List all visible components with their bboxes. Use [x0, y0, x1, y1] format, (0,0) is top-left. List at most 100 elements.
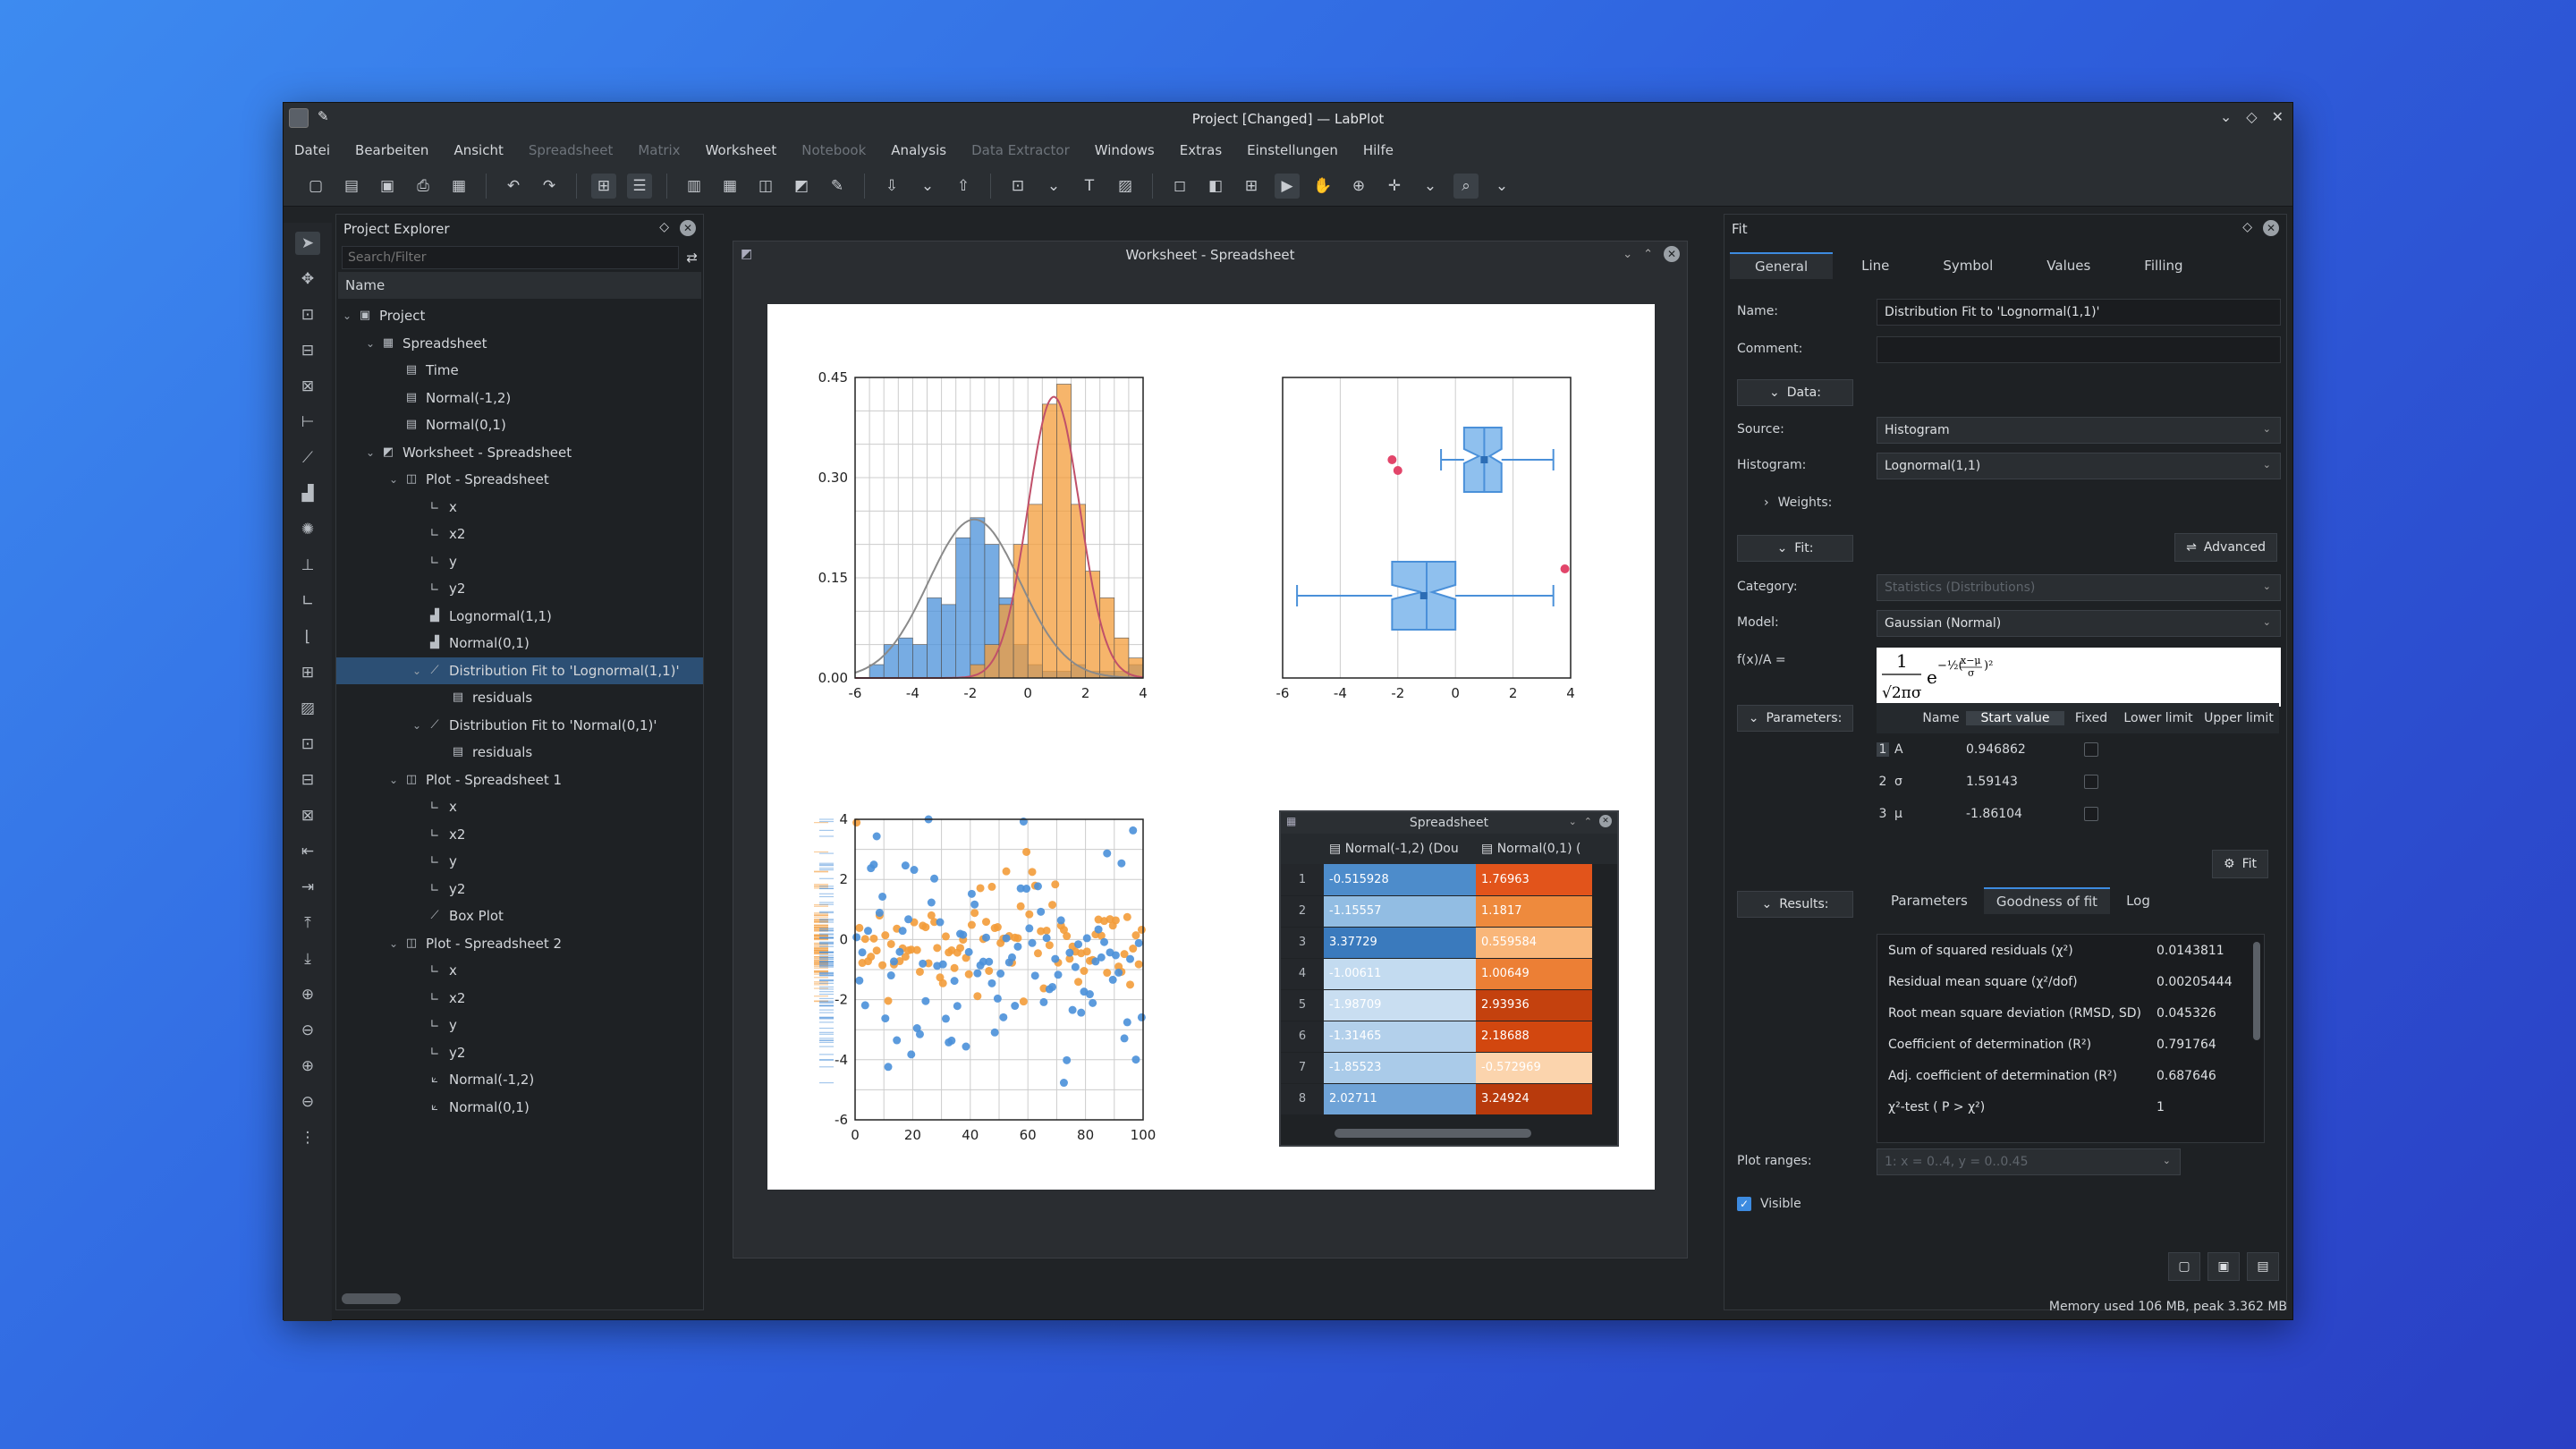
chevron-down-icon[interactable]: ⌄	[386, 774, 401, 786]
tree-item[interactable]: ⌄ ◫ Plot - Spreadsheet 2	[336, 930, 703, 958]
load-template-icon[interactable]: ▢	[2168, 1252, 2200, 1281]
source-select[interactable]: Histogram ⌄	[1877, 417, 2281, 444]
tree-item[interactable]: ∟ y	[336, 1012, 703, 1039]
tab-general[interactable]: General	[1730, 252, 1834, 279]
param-start-value[interactable]: 1.59143	[1966, 775, 2064, 789]
magnifier-dropdown-icon[interactable]: ⌄	[1489, 174, 1514, 199]
print-icon[interactable]: ⎙	[411, 174, 436, 199]
tree-item[interactable]: ▤ Normal(0,1)	[336, 411, 703, 439]
close-explorer-icon[interactable]: ✕	[680, 220, 696, 236]
tree-item[interactable]: ▤ Time	[336, 357, 703, 385]
cell[interactable]: 2.18688	[1476, 1021, 1592, 1053]
shift-left-icon[interactable]: ⇤	[295, 840, 320, 863]
axis3-tool-icon[interactable]: ⌊	[295, 625, 320, 648]
menu-notebook[interactable]: Notebook	[801, 142, 866, 158]
worksheet-canvas[interactable]: -6 -4 -2 0 2 4 0.00 0.15 0.30 0.45 -6 -4 -2 0 2 4 0 20 40 6…	[767, 304, 1655, 1190]
tree-item[interactable]: ⌄ ▦ Spreadsheet	[336, 330, 703, 358]
results-tab-log[interactable]: Log	[2114, 887, 2163, 914]
cell[interactable]: -1.85523	[1324, 1052, 1476, 1084]
tree-item[interactable]: ∟ x	[336, 494, 703, 521]
curve-tool-icon[interactable]: ⟋	[295, 446, 320, 470]
chevron-down-icon[interactable]: ⌄	[363, 337, 377, 350]
mode-dropdown-icon[interactable]: ⌄	[1418, 174, 1443, 199]
fit-close-icon[interactable]: ✕	[2263, 220, 2279, 236]
menu-datei[interactable]: Datei	[294, 142, 330, 158]
new-matrix-icon[interactable]: ▦	[717, 174, 742, 199]
table-row[interactable]: 5 -1.98709 2.93936	[1281, 989, 1617, 1021]
add-text-icon[interactable]: T	[1077, 174, 1102, 199]
shift-down-icon[interactable]: ⤓	[295, 947, 320, 970]
tree-item[interactable]: ⟋ Box Plot	[336, 902, 703, 930]
table-row[interactable]: 6 -1.31465 2.18688	[1281, 1021, 1617, 1053]
tree-item[interactable]: ▤ residuals	[336, 739, 703, 767]
cell[interactable]: -1.31465	[1324, 1021, 1476, 1053]
cartesian-icon[interactable]: ◻	[1167, 174, 1192, 199]
layout-grid-icon[interactable]: ⊞	[591, 173, 616, 199]
menu-einstellungen[interactable]: Einstellungen	[1247, 142, 1338, 158]
fit-float-icon[interactable]: ◇	[2242, 220, 2252, 236]
tree-item[interactable]: ∟ x2	[336, 985, 703, 1013]
histogram-select[interactable]: Lognormal(1,1) ⌄	[1877, 453, 2281, 479]
filter-options-icon[interactable]: ⇄	[686, 250, 698, 266]
cell[interactable]: 0.559584	[1476, 927, 1592, 959]
cell[interactable]: 3.24924	[1476, 1083, 1592, 1115]
ws-minimize-icon[interactable]: ⌄	[1623, 248, 1632, 261]
sheet-close-icon[interactable]: ✕	[1599, 815, 1612, 827]
cell[interactable]: -1.15557	[1324, 895, 1476, 928]
tree-item[interactable]: ⟀ Normal(-1,2)	[336, 1066, 703, 1094]
layout-vertical-icon[interactable]: ☰	[627, 173, 652, 199]
fit-button[interactable]: ⚙ Fit	[2212, 850, 2268, 878]
column-header[interactable]: ▤ Normal(0,1) (	[1476, 834, 1592, 864]
new-spreadsheet-icon[interactable]: ▥	[682, 174, 707, 199]
cell[interactable]: -1.98709	[1324, 989, 1476, 1021]
new-plot-icon[interactable]: ◩	[789, 174, 814, 199]
search-input[interactable]	[342, 246, 680, 269]
explorer-scrollbar[interactable]	[342, 1293, 401, 1304]
scale-tool-icon[interactable]: ⊡	[295, 733, 320, 756]
tree-item[interactable]: ∟ y	[336, 848, 703, 876]
param-start-value[interactable]: -1.86104	[1966, 807, 2064, 821]
menu-bearbeiten[interactable]: Bearbeiten	[355, 142, 428, 158]
shift-right-icon[interactable]: ⇥	[295, 876, 320, 899]
scale-x-tool-icon[interactable]: ⊟	[295, 768, 320, 792]
new-worksheet-icon[interactable]: ◫	[753, 174, 778, 199]
table-row[interactable]: 8 2.02711 3.24924	[1281, 1083, 1617, 1115]
menu-analysis[interactable]: Analysis	[891, 142, 946, 158]
save-icon[interactable]: ▣	[375, 174, 400, 199]
tree-item[interactable]: ▤ Normal(-1,2)	[336, 385, 703, 412]
tree-item[interactable]: ⌄ ▣ Project	[336, 302, 703, 330]
new-project-icon[interactable]: ▢	[303, 174, 328, 199]
chevron-down-icon[interactable]: ⌄	[363, 446, 377, 459]
axis-tool-icon[interactable]: ⊥	[295, 554, 320, 577]
menu-extras[interactable]: Extras	[1180, 142, 1222, 158]
cell[interactable]: 1.1817	[1476, 895, 1592, 928]
import-icon[interactable]: ⇩	[879, 174, 904, 199]
zoom-out-y-icon[interactable]: ⊖	[295, 1090, 320, 1114]
maximize-icon[interactable]: ◇	[2246, 108, 2257, 125]
tree-item[interactable]: ⌄ ◫ Plot - Spreadsheet	[336, 466, 703, 494]
tree-item[interactable]: ∟ x2	[336, 821, 703, 849]
zoom-in-x-icon[interactable]: ⊕	[295, 983, 320, 1006]
plot-ranges-select[interactable]: 1: x = 0..4, y = 0..0.45 ⌄	[1877, 1148, 2181, 1175]
image-tool-icon[interactable]: ▨	[295, 697, 320, 720]
param-fixed-checkbox[interactable]	[2084, 775, 2098, 789]
chevron-down-icon[interactable]: ⌄	[386, 473, 401, 486]
name-column-header[interactable]: Name	[338, 272, 701, 299]
zoom-x-icon[interactable]: ⊟	[295, 339, 320, 362]
results-tab-parameters[interactable]: Parameters	[1878, 887, 1980, 914]
zoom-xy-icon[interactable]: ⊡	[295, 303, 320, 326]
sheet-scrollbar[interactable]	[1335, 1129, 1531, 1138]
table-row[interactable]: 3 3.37729 0.559584	[1281, 927, 1617, 959]
tree-item[interactable]: ∟ y	[336, 548, 703, 576]
ws-close-icon[interactable]: ✕	[1664, 246, 1680, 262]
tree-item[interactable]: ⟀ Normal(0,1)	[336, 1094, 703, 1122]
legend-icon[interactable]: ◧	[1203, 174, 1228, 199]
float-icon[interactable]: ◇	[659, 220, 669, 236]
shift-up-icon[interactable]: ⤒	[295, 911, 320, 935]
zoom-in-y-icon[interactable]: ⊕	[295, 1055, 320, 1078]
magnifier-icon[interactable]: ⌕	[1453, 173, 1479, 199]
scale-y-tool-icon[interactable]: ⊠	[295, 804, 320, 827]
param-start-value[interactable]: 0.946862	[1966, 742, 2064, 757]
tree-item[interactable]: ∟ y2	[336, 1039, 703, 1067]
menu-spreadsheet[interactable]: Spreadsheet	[529, 142, 613, 158]
